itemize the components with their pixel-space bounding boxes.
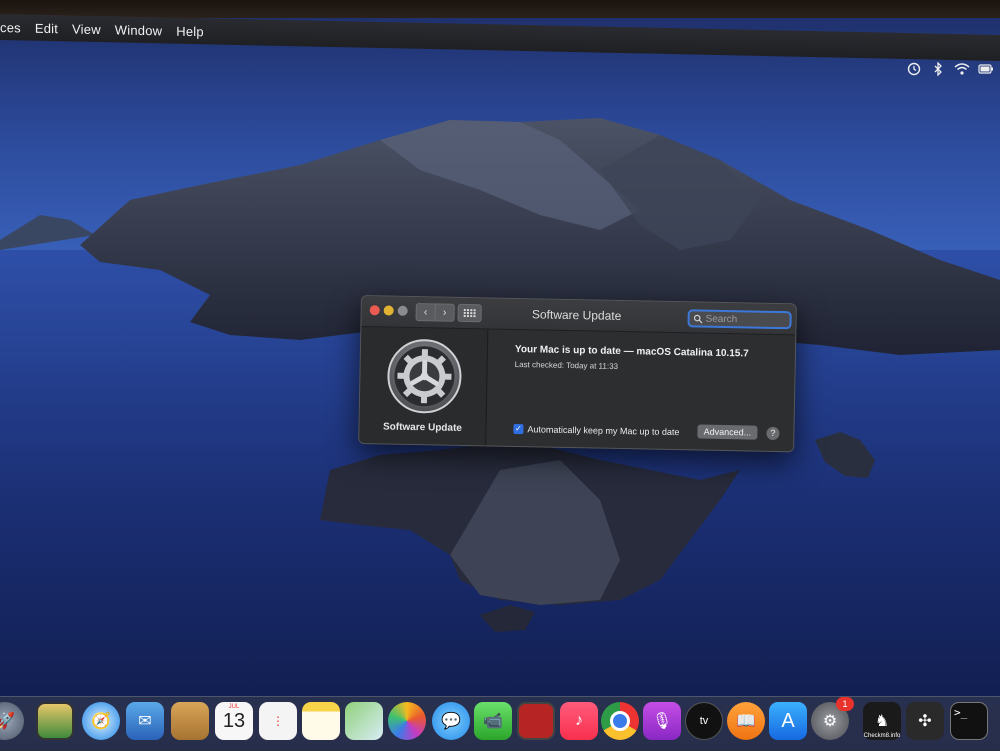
checkm8-icon[interactable]: ♞ Checkm8.info [863, 702, 901, 740]
notes-icon[interactable] [302, 702, 340, 740]
close-button[interactable] [369, 305, 380, 316]
maps-icon[interactable] [345, 702, 383, 740]
grid-icon [463, 308, 476, 318]
minimize-button[interactable] [383, 305, 394, 316]
back-button[interactable]: ‹ [415, 303, 436, 322]
launchpad-icon[interactable]: 🚀 [0, 702, 24, 740]
update-status-title: Your Mac is up to date — macOS Catalina … [514, 343, 749, 360]
monitor-bezel [0, 0, 1000, 18]
calendar-icon[interactable]: JUL 13 [215, 702, 253, 740]
wifi-icon[interactable] [954, 62, 970, 76]
calendar-day: 13 [222, 710, 246, 732]
chrome-icon[interactable] [601, 702, 639, 740]
app-store-icon[interactable]: A [769, 702, 807, 740]
chevron-left-icon: ‹ [423, 306, 428, 319]
search-icon [693, 314, 703, 324]
messages-icon[interactable]: 💬 [432, 702, 470, 740]
notification-badge: 1 [836, 697, 854, 711]
menu-system-preferences[interactable]: ces [0, 20, 21, 35]
menu-edit[interactable]: Edit [35, 20, 58, 35]
show-all-button[interactable] [457, 303, 482, 323]
gear-icon [387, 339, 462, 414]
checkm8-label: Checkm8.info [863, 733, 901, 739]
bluetooth-icon[interactable] [930, 62, 946, 76]
menu-view[interactable]: View [72, 21, 101, 37]
dock: 🚀 🧭 ✉ JUL 13 ⋮ 💬 📹 ♪ 🎙 tv 📖 A ⚙ 1 ♞ Chec… [0, 696, 1000, 751]
contacts-icon[interactable] [171, 702, 209, 740]
apple-tv-icon[interactable]: tv [685, 702, 723, 740]
chrome-center [610, 711, 630, 731]
books-icon[interactable]: 📖 [727, 702, 765, 740]
search-placeholder: Search [705, 313, 738, 325]
desktop: ces Edit View Window Help ‹ › Software U… [0, 0, 1000, 751]
podcasts-icon[interactable]: 🎙 [643, 702, 681, 740]
search-input[interactable]: Search [687, 309, 792, 330]
mail-icon[interactable]: ✉ [126, 702, 164, 740]
window-title: Software Update [531, 307, 622, 324]
advanced-button[interactable]: Advanced... [697, 424, 758, 440]
battery-icon[interactable] [978, 62, 994, 76]
time-machine-icon[interactable] [906, 62, 922, 76]
terminal-icon[interactable]: >_ [950, 702, 988, 740]
menu-window[interactable]: Window [115, 22, 162, 38]
photos-icon[interactable] [388, 702, 426, 740]
auto-update-row[interactable]: ✓ Automatically keep my Mac up to date [513, 423, 680, 437]
reminders-icon[interactable]: ⋮ [259, 702, 297, 740]
last-checked-text: Last checked: Today at 11:33 [514, 359, 619, 371]
system-preferences-icon[interactable]: ⚙ 1 [811, 697, 854, 740]
menu-bar-status-area [906, 62, 994, 76]
auto-update-label[interactable]: Automatically keep my Mac up to date [527, 424, 679, 437]
safari-icon[interactable]: 🧭 [82, 702, 120, 740]
music-icon[interactable]: ♪ [560, 702, 598, 740]
forward-button[interactable]: › [434, 303, 455, 322]
photo-booth-icon[interactable] [517, 702, 555, 740]
chevron-right-icon: › [442, 306, 447, 319]
zoom-button[interactable] [397, 305, 408, 316]
tool-app-icon[interactable]: ✣ [906, 702, 944, 740]
software-update-window: ‹ › Software Update Search Software Upda… [358, 295, 797, 453]
pane-label: Software Update [382, 421, 463, 434]
help-button[interactable]: ? [766, 426, 780, 441]
menu-help[interactable]: Help [176, 23, 204, 39]
apple-tv-label: tv [699, 715, 709, 727]
auto-update-checkbox[interactable]: ✓ [513, 423, 524, 435]
pane-icon-area: Software Update [359, 327, 489, 446]
facetime-icon[interactable]: 📹 [474, 702, 512, 740]
photo-slideshow-icon[interactable] [36, 702, 74, 740]
